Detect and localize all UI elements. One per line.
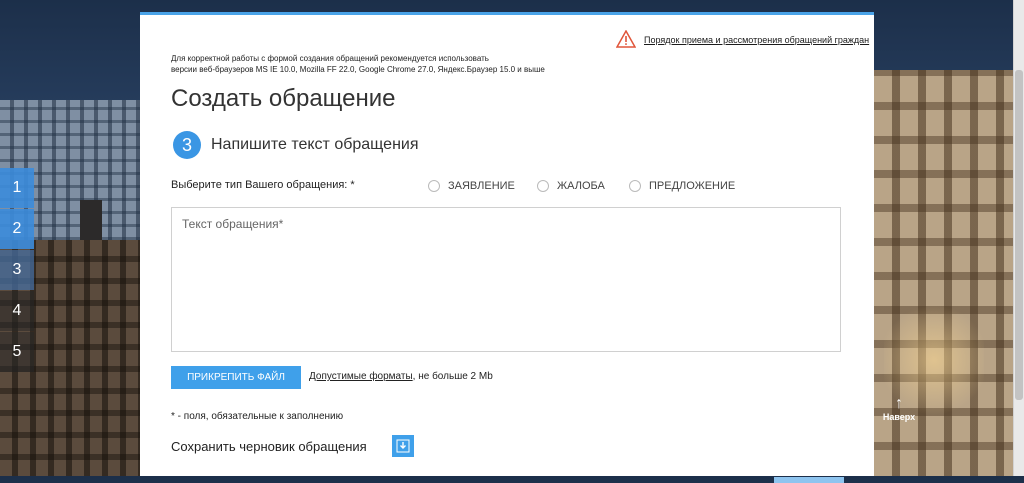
arrow-up-icon: ↑ [895, 395, 903, 412]
step-title: Напишите текст обращения [211, 136, 419, 153]
step-nav-item-1[interactable]: 1 [0, 168, 34, 208]
save-draft-button[interactable] [392, 435, 414, 457]
radio-label: ЖАЛОБА [557, 180, 605, 192]
appeal-text-input[interactable]: Текст обращения* [171, 207, 841, 352]
next-button-partial[interactable] [774, 477, 844, 483]
appeal-type-label: Выберите тип Вашего обращения: * [171, 179, 355, 191]
allowed-formats-link[interactable]: Допустимые форматы [309, 371, 413, 382]
page-title: Создать обращение [171, 85, 396, 112]
radio-circle[interactable] [428, 180, 440, 192]
required-fields-note: * - поля, обязательные к заполнению [171, 411, 344, 422]
max-size-text: , не больше 2 Mb [412, 371, 493, 382]
radio-statement[interactable]: ЗАЯВЛЕНИЕ [428, 180, 515, 192]
radio-circle[interactable] [629, 180, 641, 192]
save-draft-label: Сохранить черновик обращения [171, 439, 367, 454]
step-nav-item-5[interactable]: 5 [0, 332, 34, 372]
rules-link[interactable]: Порядок приема и рассмотрения обращений … [644, 35, 869, 45]
radio-proposal[interactable]: ПРЕДЛОЖЕНИЕ [629, 180, 735, 192]
step-nav: 1 2 3 4 5 [0, 168, 34, 373]
radio-label: ЗАЯВЛЕНИЕ [448, 180, 515, 192]
radio-circle[interactable] [537, 180, 549, 192]
browser-compatibility-note: Для корректной работы с формой создания … [171, 53, 611, 75]
step-nav-item-3[interactable]: 3 [0, 250, 34, 290]
scroll-to-top-label: Наверх [882, 412, 916, 422]
browser-note-line: версии веб-браузеров MS IE 10.0, Mozilla… [171, 65, 545, 74]
attach-file-button[interactable]: ПРИКРЕПИТЬ ФАЙЛ [171, 366, 301, 389]
scrollbar-thumb[interactable] [1015, 70, 1023, 400]
radio-complaint[interactable]: ЖАЛОБА [537, 180, 605, 192]
scroll-to-top-button[interactable]: ↑ Наверх [878, 395, 920, 423]
allowed-formats-note: Допустимые форматы, не больше 2 Mb [309, 371, 493, 382]
step-nav-item-2[interactable]: 2 [0, 209, 34, 249]
radio-label: ПРЕДЛОЖЕНИЕ [649, 180, 736, 192]
appeal-form-panel: Порядок приема и рассмотрения обращений … [140, 12, 874, 483]
page-scrollbar[interactable] [1013, 0, 1024, 476]
warning-icon [616, 30, 636, 48]
browser-note-line: Для корректной работы с формой создания … [171, 54, 489, 63]
download-icon [396, 439, 410, 453]
step-number-badge: 3 [173, 131, 201, 159]
step-nav-item-4[interactable]: 4 [0, 291, 34, 331]
